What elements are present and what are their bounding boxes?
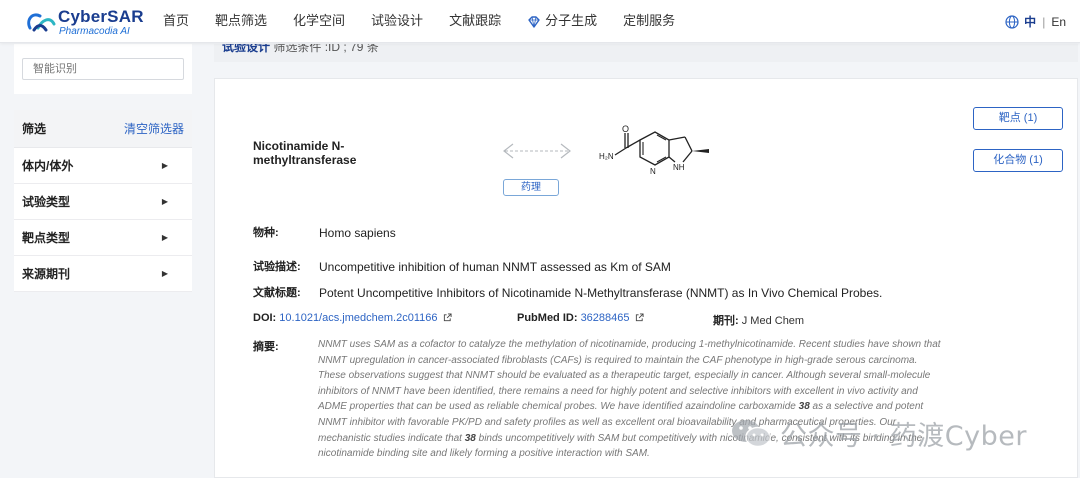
species-value: Homo sapiens bbox=[319, 226, 396, 240]
nav-molecule-generation[interactable]: 分子生成 bbox=[527, 0, 597, 43]
target-count-button[interactable]: 靶点 (1) bbox=[973, 107, 1063, 130]
wechat-icon bbox=[732, 420, 771, 448]
assay-description-label: 试验描述: bbox=[253, 261, 301, 273]
sidebar-search-panel bbox=[14, 44, 192, 94]
logo-mark-icon bbox=[27, 13, 56, 32]
filter-item-in-vivo-vitro[interactable]: 体内/体外 ▶ bbox=[14, 148, 192, 184]
paper-title-value: Potent Uncompetitive Inhibitors of Nicot… bbox=[319, 286, 883, 300]
compound-number: 38 bbox=[798, 401, 810, 413]
caret-right-icon: ▶ bbox=[161, 161, 168, 170]
abstract-label: 摘要: bbox=[253, 341, 279, 353]
nav-molecule-generation-label: 分子生成 bbox=[545, 13, 598, 28]
svg-text:NH: NH bbox=[673, 163, 685, 172]
doi-link[interactable]: 10.1021/acs.jmedchem.2c01166 bbox=[279, 312, 437, 324]
filter-header: 筛选 清空筛选器 bbox=[14, 110, 192, 148]
caret-right-icon: ▶ bbox=[161, 197, 168, 206]
brand-name: CyberSAR bbox=[58, 7, 144, 26]
pubmed-label: PubMed ID: bbox=[517, 312, 578, 324]
globe-icon bbox=[1005, 14, 1019, 29]
brand-logo[interactable]: CyberSAR Pharmacodia AI bbox=[24, 6, 148, 38]
doi-field: DOI: 10.1021/acs.jmedchem.2c01166 bbox=[253, 312, 452, 324]
journal-value: J Med Chem bbox=[741, 315, 805, 327]
compound-number: 38 bbox=[464, 432, 476, 444]
nav-target-screening[interactable]: 靶点筛选 bbox=[215, 0, 267, 43]
assay-description-row: 试验描述: Uncompetitive inhibition of human … bbox=[253, 260, 671, 274]
journal-label: 期刊: bbox=[713, 315, 739, 327]
pubmed-link[interactable]: 36288465 bbox=[581, 312, 630, 324]
result-summary-title: 试验设计 bbox=[222, 44, 271, 54]
lang-separator: | bbox=[1042, 14, 1046, 29]
external-link-icon[interactable] bbox=[635, 313, 644, 322]
pubmed-field: PubMed ID: 36288465 bbox=[517, 312, 644, 324]
filter-item-label: 体内/体外 bbox=[22, 159, 74, 173]
filter-item-target-type[interactable]: 靶点类型 ▶ bbox=[14, 220, 192, 256]
diamond-icon bbox=[528, 15, 540, 28]
lang-en[interactable]: En bbox=[1051, 15, 1066, 29]
double-arrow-icon bbox=[503, 143, 571, 159]
watermark: 公众号 · 药渡Cyber bbox=[730, 413, 1027, 453]
brand-subtitle: Pharmacodia AI bbox=[59, 26, 130, 37]
filter-item-label: 靶点类型 bbox=[22, 231, 71, 245]
molecule-amine-label: H₂N bbox=[599, 152, 614, 161]
compound-count-button[interactable]: 化合物 (1) bbox=[973, 149, 1063, 172]
species-row: 物种: Homo sapiens bbox=[253, 226, 396, 240]
nav-literature-tracking[interactable]: 文献跟踪 bbox=[449, 0, 501, 43]
language-switch: 中 | En bbox=[1005, 13, 1066, 30]
nav-home[interactable]: 首页 bbox=[163, 0, 189, 43]
top-header: CyberSAR Pharmacodia AI 首页 靶点筛选 化学空间 试验设… bbox=[0, 0, 1080, 43]
clear-filters-link[interactable]: 清空筛选器 bbox=[124, 120, 184, 137]
molecule-structure[interactable]: O H₂N N NH bbox=[595, 121, 715, 193]
filter-item-label: 来源期刊 bbox=[22, 267, 71, 281]
watermark-text: 公众号 · 药渡Cyber bbox=[780, 420, 1027, 452]
species-label: 物种: bbox=[253, 227, 279, 239]
sidebar-filter-panel: 筛选 清空筛选器 体内/体外 ▶ 试验类型 ▶ 靶点类型 ▶ 来源期刊 ▶ bbox=[14, 110, 192, 292]
nav-custom-service[interactable]: 定制服务 bbox=[623, 0, 675, 43]
nav-assay-design[interactable]: 试验设计 bbox=[371, 0, 423, 43]
reference-meta: DOI: 10.1021/acs.jmedchem.2c01166 PubMed… bbox=[253, 312, 873, 328]
result-summary-text: 筛选条件 :ID ; 79 条 bbox=[273, 44, 379, 54]
smart-search-input[interactable] bbox=[22, 58, 184, 80]
filter-item-source-journal[interactable]: 来源期刊 ▶ bbox=[14, 256, 192, 292]
filter-title: 筛选 bbox=[22, 122, 47, 136]
svg-text:N: N bbox=[650, 167, 656, 176]
caret-right-icon: ▶ bbox=[161, 233, 168, 242]
filter-item-label: 试验类型 bbox=[22, 195, 71, 209]
doi-label: DOI: bbox=[253, 312, 277, 324]
paper-title-label: 文献标题: bbox=[253, 287, 301, 299]
caret-right-icon: ▶ bbox=[161, 269, 168, 278]
nav-chemical-space[interactable]: 化学空间 bbox=[293, 0, 345, 43]
filter-item-assay-type[interactable]: 试验类型 ▶ bbox=[14, 184, 192, 220]
lang-zh[interactable]: 中 bbox=[1024, 13, 1036, 30]
paper-title-row: 文献标题: Potent Uncompetitive Inhibitors of… bbox=[253, 286, 882, 300]
svg-text:O: O bbox=[622, 124, 629, 134]
assay-description-value: Uncompetitive inhibition of human NNMT a… bbox=[319, 260, 671, 274]
target-name[interactable]: Nicotinamide N-methyltransferase bbox=[253, 139, 433, 167]
result-summary-strip: 试验设计 筛选条件 :ID ; 79 条 bbox=[214, 44, 1078, 62]
external-link-icon[interactable] bbox=[443, 313, 452, 322]
result-summary: 试验设计 筛选条件 :ID ; 79 条 bbox=[222, 44, 379, 55]
pharmacology-tag[interactable]: 药理 bbox=[503, 179, 559, 196]
main-nav: 首页 靶点筛选 化学空间 试验设计 文献跟踪 分子生成 定制服务 bbox=[163, 0, 701, 43]
journal-field: 期刊: J Med Chem bbox=[713, 312, 804, 328]
